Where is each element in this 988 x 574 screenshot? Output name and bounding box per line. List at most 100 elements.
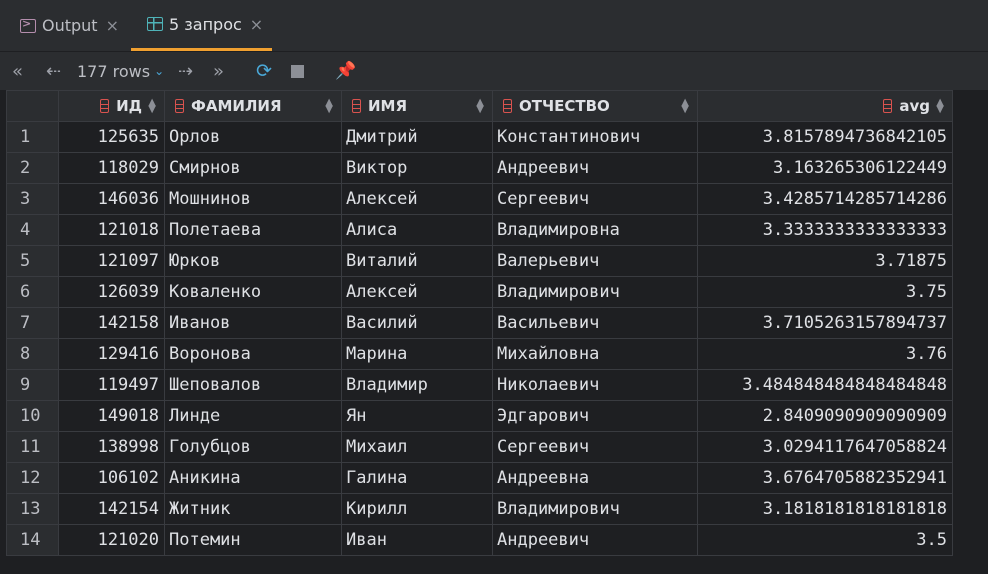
avg-cell[interactable]: 3.163265306122449 bbox=[697, 152, 953, 184]
row-number-cell[interactable]: 13 bbox=[6, 493, 59, 525]
sort-icon[interactable]: ▲ ▼ bbox=[325, 98, 333, 115]
id-cell[interactable]: 106102 bbox=[58, 462, 165, 494]
first-name-cell[interactable]: Алексей bbox=[341, 276, 493, 308]
refresh-icon[interactable]: ⟳ bbox=[256, 52, 272, 90]
id-cell[interactable]: 142158 bbox=[58, 307, 165, 339]
last-name-cell[interactable]: Житник bbox=[164, 493, 342, 525]
id-cell[interactable]: 129416 bbox=[58, 338, 165, 370]
column-header-id[interactable]: ИД ▲ ▼ bbox=[58, 90, 165, 122]
column-header-middle-name[interactable]: ОТЧЕСТВО ▲ ▼ bbox=[492, 90, 698, 122]
last-name-cell[interactable]: Шеповалов bbox=[164, 369, 342, 401]
row-number-cell[interactable]: 4 bbox=[6, 214, 59, 246]
avg-cell[interactable]: 3.4285714285714286 bbox=[697, 183, 953, 215]
avg-cell[interactable]: 3.71875 bbox=[697, 245, 953, 277]
avg-cell[interactable]: 3.0294117647058824 bbox=[697, 431, 953, 463]
id-cell[interactable]: 118029 bbox=[58, 152, 165, 184]
first-name-cell[interactable]: Алексей bbox=[341, 183, 493, 215]
first-page-icon[interactable]: « bbox=[12, 52, 23, 90]
first-name-cell[interactable]: Ян bbox=[341, 400, 493, 432]
first-name-cell[interactable]: Виталий bbox=[341, 245, 493, 277]
sort-icon[interactable]: ▲ ▼ bbox=[148, 98, 156, 115]
last-name-cell[interactable]: Линде bbox=[164, 400, 342, 432]
table-row[interactable]: 3 146036 Мошнинов Алексей Сергеевич 3.4285714… bbox=[6, 183, 953, 215]
sort-icon[interactable]: ▲ ▼ bbox=[936, 98, 944, 115]
table-row[interactable]: 12 106102 Аникина Галина Андреевна 3.67647058… bbox=[6, 462, 953, 494]
row-number-cell[interactable]: 1 bbox=[6, 121, 59, 153]
middle-name-cell[interactable]: Николаевич bbox=[492, 369, 698, 401]
last-name-cell[interactable]: Смирнов bbox=[164, 152, 342, 184]
column-header-avg[interactable]: avg ▲ ▼ bbox=[697, 90, 953, 122]
first-name-cell[interactable]: Марина bbox=[341, 338, 493, 370]
last-name-cell[interactable]: Голубцов bbox=[164, 431, 342, 463]
row-number-cell[interactable]: 11 bbox=[6, 431, 59, 463]
middle-name-cell[interactable]: Сергеевич bbox=[492, 183, 698, 215]
avg-cell[interactable]: 3.3333333333333333 bbox=[697, 214, 953, 246]
last-name-cell[interactable]: Аникина bbox=[164, 462, 342, 494]
avg-cell[interactable]: 3.76 bbox=[697, 338, 953, 370]
pin-icon[interactable]: 📌 bbox=[335, 52, 356, 90]
avg-cell[interactable]: 3.8157894736842105 bbox=[697, 121, 953, 153]
last-page-icon[interactable]: » bbox=[213, 52, 224, 90]
middle-name-cell[interactable]: Васильевич bbox=[492, 307, 698, 339]
middle-name-cell[interactable]: Андреевич bbox=[492, 524, 698, 556]
column-header-last-name[interactable]: ФАМИЛИЯ ▲ ▼ bbox=[164, 90, 342, 122]
row-number-cell[interactable]: 6 bbox=[6, 276, 59, 308]
avg-cell[interactable]: 3.484848484848484848 bbox=[697, 369, 953, 401]
middle-name-cell[interactable]: Владимировна bbox=[492, 214, 698, 246]
id-cell[interactable]: 125635 bbox=[58, 121, 165, 153]
first-name-cell[interactable]: Виктор bbox=[341, 152, 493, 184]
sort-icon[interactable]: ▲ ▼ bbox=[476, 98, 484, 115]
table-row[interactable]: 2 118029 Смирнов Виктор Андреевич 3.163265306… bbox=[6, 152, 953, 184]
id-cell[interactable]: 149018 bbox=[58, 400, 165, 432]
first-name-cell[interactable]: Михаил bbox=[341, 431, 493, 463]
last-name-cell[interactable]: Коваленко bbox=[164, 276, 342, 308]
last-name-cell[interactable]: Орлов bbox=[164, 121, 342, 153]
avg-cell[interactable]: 3.5 bbox=[697, 524, 953, 556]
middle-name-cell[interactable]: Константинович bbox=[492, 121, 698, 153]
avg-cell[interactable]: 3.6764705882352941 bbox=[697, 462, 953, 494]
last-name-cell[interactable]: Иванов bbox=[164, 307, 342, 339]
row-number-cell[interactable]: 7 bbox=[6, 307, 59, 339]
stop-icon[interactable] bbox=[291, 52, 304, 90]
middle-name-cell[interactable]: Михайловна bbox=[492, 338, 698, 370]
middle-name-cell[interactable]: Сергеевич bbox=[492, 431, 698, 463]
next-page-icon[interactable]: ⇢ bbox=[178, 52, 193, 90]
first-name-cell[interactable]: Кирилл bbox=[341, 493, 493, 525]
table-row[interactable]: 1 125635 Орлов Дмитрий Константинович 3.81578… bbox=[6, 121, 953, 153]
row-number-cell[interactable]: 10 bbox=[6, 400, 59, 432]
avg-cell[interactable]: 3.75 bbox=[697, 276, 953, 308]
middle-name-cell[interactable]: Владимирович bbox=[492, 493, 698, 525]
column-header-first-name[interactable]: ИМЯ ▲ ▼ bbox=[341, 90, 493, 122]
last-name-cell[interactable]: Потемин bbox=[164, 524, 342, 556]
row-number-cell[interactable]: 14 bbox=[6, 524, 59, 556]
first-name-cell[interactable]: Дмитрий bbox=[341, 121, 493, 153]
middle-name-cell[interactable]: Андреевна bbox=[492, 462, 698, 494]
row-number-cell[interactable]: 3 bbox=[6, 183, 59, 215]
table-row[interactable]: 7 142158 Иванов Василий Васильевич 3.71052631… bbox=[6, 307, 953, 339]
tab-output[interactable]: Output × bbox=[10, 0, 128, 51]
sort-icon[interactable]: ▲ ▼ bbox=[681, 98, 689, 115]
table-row[interactable]: 9 119497 Шеповалов Владимир Николаевич 3.4848… bbox=[6, 369, 953, 401]
close-icon[interactable]: × bbox=[106, 16, 119, 35]
row-number-cell[interactable]: 9 bbox=[6, 369, 59, 401]
row-number-cell[interactable]: 2 bbox=[6, 152, 59, 184]
first-name-cell[interactable]: Алиса bbox=[341, 214, 493, 246]
table-row[interactable]: 13 142154 Житник Кирилл Владимирович 3.181818… bbox=[6, 493, 953, 525]
table-row[interactable]: 6 126039 Коваленко Алексей Владимирович 3.75 bbox=[6, 276, 953, 308]
previous-page-icon[interactable]: ⇠ bbox=[46, 52, 61, 90]
row-number-cell[interactable]: 8 bbox=[6, 338, 59, 370]
id-cell[interactable]: 121020 bbox=[58, 524, 165, 556]
table-row[interactable]: 5 121097 Юрков Виталий Валерьевич 3.71875 bbox=[6, 245, 953, 277]
table-row[interactable]: 11 138998 Голубцов Михаил Сергеевич 3.0294117… bbox=[6, 431, 953, 463]
table-row[interactable]: 10 149018 Линде Ян Эдгарович 2.84090909090909… bbox=[6, 400, 953, 432]
id-cell[interactable]: 142154 bbox=[58, 493, 165, 525]
id-cell[interactable]: 146036 bbox=[58, 183, 165, 215]
last-name-cell[interactable]: Воронова bbox=[164, 338, 342, 370]
middle-name-cell[interactable]: Владимирович bbox=[492, 276, 698, 308]
id-cell[interactable]: 119497 bbox=[58, 369, 165, 401]
id-cell[interactable]: 126039 bbox=[58, 276, 165, 308]
first-name-cell[interactable]: Владимир bbox=[341, 369, 493, 401]
middle-name-cell[interactable]: Эдгарович bbox=[492, 400, 698, 432]
first-name-cell[interactable]: Иван bbox=[341, 524, 493, 556]
middle-name-cell[interactable]: Валерьевич bbox=[492, 245, 698, 277]
